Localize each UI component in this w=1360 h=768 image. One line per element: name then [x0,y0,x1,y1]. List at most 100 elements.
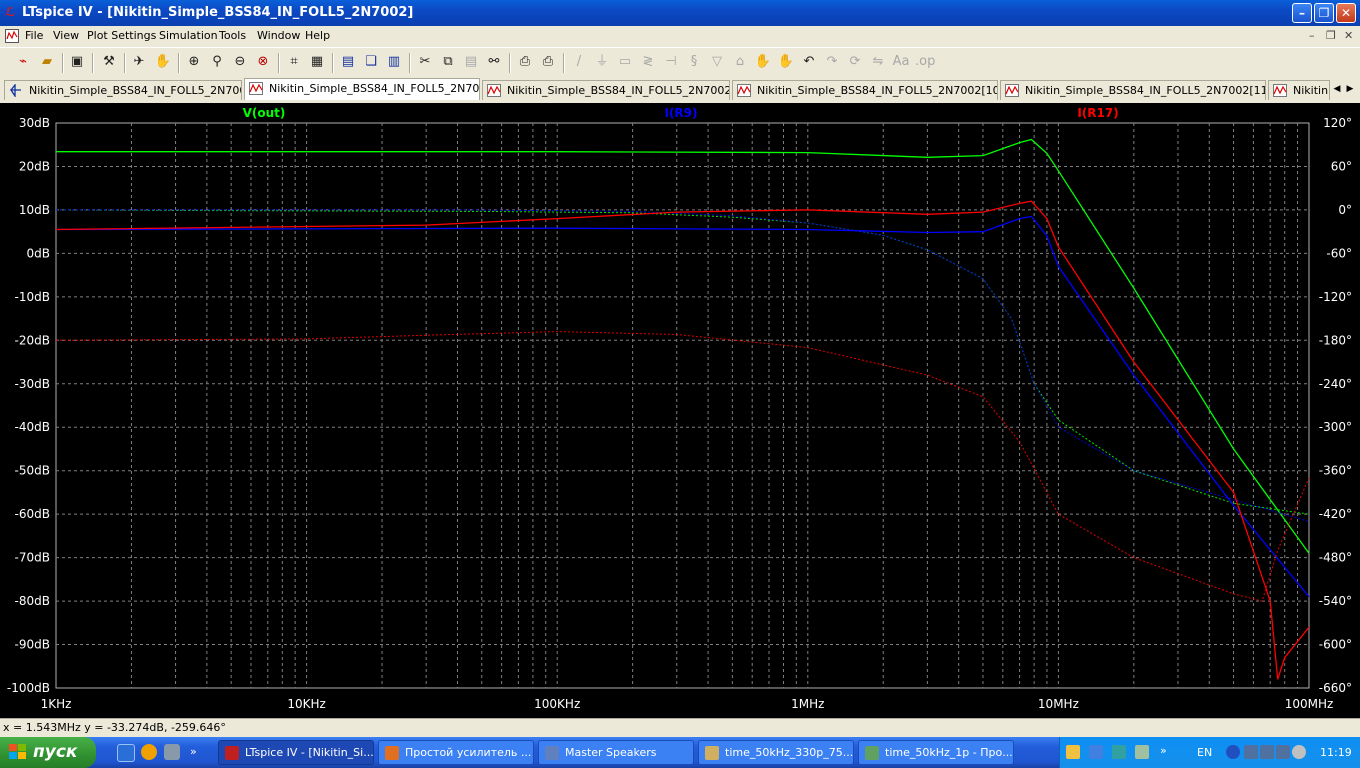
tab-fft-11[interactable]: Nikitin_Simple_BSS84_IN_FOLL5_2N7002[11]… [1000,80,1266,100]
paste-icon[interactable]: ▤ [462,53,480,71]
menu-file[interactable]: File [25,29,43,42]
series-phase-trace [55,331,1310,602]
menu-simulation[interactable]: Simulation [159,29,218,42]
cascade-icon[interactable]: ❏ [362,53,380,71]
language-indicator[interactable]: EN [1197,746,1212,759]
tray-expand-icon[interactable] [1226,745,1240,759]
quicklaunch-overflow-icon[interactable]: » [190,745,197,758]
autorange-icon[interactable]: ⌗ [285,53,303,71]
restore-button[interactable]: ❐ [1314,3,1334,23]
grid-icon[interactable]: ▦ [308,53,326,71]
pan-icon[interactable]: ✋ [154,53,172,71]
tray-icon-2[interactable] [1260,745,1274,759]
task-icon [385,746,399,760]
series-magnitude-trace [55,215,1310,598]
tab-truncated[interactable]: Nikitin [1268,80,1330,100]
quicklaunch-app-icon[interactable] [164,744,180,760]
find-icon[interactable]: ⚯ [485,53,503,71]
tile-vertical-icon[interactable]: ▥ [385,53,403,71]
tab-fft-10[interactable]: Nikitin_Simple_BSS84_IN_FOLL5_2N7002[10]… [732,80,998,100]
tray-app-icon[interactable] [1135,745,1149,759]
rotate-icon[interactable]: ⟳ [846,53,864,71]
capacitor-icon[interactable]: ⊣ [662,53,680,71]
tab-label: Nikitin_Simple_BSS84_IN_FOLL5_2N7002[11]… [1025,84,1266,97]
close-button[interactable]: ✕ [1336,3,1356,23]
x-tick-label: 100KHz [534,697,580,711]
window-title-bar[interactable]: ℒ LTspice IV - [Nikitin_Simple_BSS84_IN_… [0,0,1360,26]
menu-tools[interactable]: Tools [219,29,246,42]
legend-label: I(R17) [1077,106,1118,120]
taskbar: пуск » LTspice IV - [Nikitin_Si... Прост… [0,737,1360,768]
zoom-out-icon[interactable]: ⊖ [231,53,249,71]
zoom-in-icon[interactable]: ⊕ [185,53,203,71]
cursor-readout: x = 1.543MHz y = -33.274dB, -259.646° [3,721,226,734]
wire-icon[interactable]: / [570,53,588,71]
y-right-tick-label: -660° [1319,681,1352,695]
tray-network-icon[interactable] [1089,745,1103,759]
minimize-button[interactable]: – [1292,3,1312,23]
move-icon[interactable]: ✋ [754,53,772,71]
waveform-document-icon[interactable] [5,29,19,43]
volume-icon[interactable] [1292,745,1306,759]
task-master-speakers[interactable]: Master Speakers [538,740,694,765]
menu-help[interactable]: Help [305,29,330,42]
task-icon [225,746,239,760]
text-icon[interactable]: Aa [892,53,910,71]
task-image-2[interactable]: time_50kHz_1p - Про... [858,740,1014,765]
tab-fft[interactable]: Nikitin_Simple_BSS84_IN_FOLL5_2N7002.fft [482,80,730,100]
spice-directive-icon[interactable]: .op [915,53,935,71]
new-schematic-icon[interactable]: ⌁ [14,53,32,71]
control-panel-icon[interactable]: ⚒ [100,53,118,71]
task-browser[interactable]: Простой усилитель ... [378,740,534,765]
task-ltspice[interactable]: LTspice IV - [Nikitin_Si... [218,740,374,765]
resistor-icon[interactable]: ≷ [639,53,657,71]
component-icon[interactable]: ⌂ [731,53,749,71]
tab-label: Nikitin_Simple_BSS84_IN_FOLL5_2N7002[10]… [757,84,998,97]
run-icon[interactable]: ✈ [130,53,148,71]
mdi-minimize-icon[interactable]: – [1309,29,1315,42]
tray-icon-3[interactable] [1276,745,1290,759]
start-button[interactable]: пуск [0,737,96,768]
tray-folder-icon[interactable] [1066,745,1080,759]
menu-plot-settings[interactable]: Plot Settings [87,29,156,42]
save-icon[interactable]: ▣ [68,53,86,71]
mdi-close-icon[interactable]: ✕ [1344,29,1353,42]
y-right-tick-label: -600° [1319,638,1352,652]
open-icon[interactable]: ▰ [38,53,56,71]
zoom-area-icon[interactable]: ⚲ [208,53,226,71]
cut-icon[interactable]: ✂ [416,53,434,71]
inductor-icon[interactable]: § [685,53,703,71]
tray-monitor-icon[interactable] [1112,745,1126,759]
waveform-plot[interactable]: 30dB 120° 20dB 60° 10dB 0° 0dB -60° -10dB -120° -2… [0,103,1360,718]
zoom-full-icon[interactable]: ⊗ [254,53,272,71]
task-image-1[interactable]: time_50kHz_330p_75... [698,740,854,765]
tray-overflow-icon[interactable]: » [1160,744,1167,757]
series-magnitude-trace [55,200,1310,680]
ground-icon[interactable]: ⏚ [593,53,611,71]
y-left-tick-label: 30dB [19,116,50,130]
quicklaunch-info-icon[interactable] [141,744,157,760]
print-icon[interactable]: ⎙ [539,53,557,71]
label-icon[interactable]: ▭ [616,53,634,71]
tab-schematic[interactable]: Nikitin_Simple_BSS84_IN_FOLL5_2N7002 [4,80,242,100]
redo-icon[interactable]: ↷ [823,53,841,71]
tab-scroll-right-icon[interactable]: ▶ [1344,83,1356,95]
undo-icon[interactable]: ↶ [800,53,818,71]
y-left-tick-label: 0dB [27,246,50,260]
mdi-restore-icon[interactable]: ❐ [1326,29,1336,42]
tray-icon-1[interactable] [1244,745,1258,759]
menu-window[interactable]: Window [257,29,300,42]
diode-icon[interactable]: ▽ [708,53,726,71]
drag-icon[interactable]: ✋ [777,53,795,71]
quicklaunch-desktop-icon[interactable] [117,744,135,762]
print-preview-icon[interactable]: ⎙ [516,53,534,71]
tile-horizontal-icon[interactable]: ▤ [339,53,357,71]
y-left-tick-label: -100dB [7,681,50,695]
y-right-tick-label: 60° [1331,159,1352,173]
tab-scroll-left-icon[interactable]: ◀ [1331,83,1343,95]
menu-view[interactable]: View [53,29,79,42]
tab-waveform-active[interactable]: Nikitin_Simple_BSS84_IN_FOLL5_2N7002 [244,78,480,100]
copy-icon[interactable]: ⧉ [439,53,457,71]
mirror-icon[interactable]: ⇋ [869,53,887,71]
plot-canvas[interactable]: 30dB 120° 20dB 60° 10dB 0° 0dB -60° -10dB -120° -2… [0,103,1360,718]
